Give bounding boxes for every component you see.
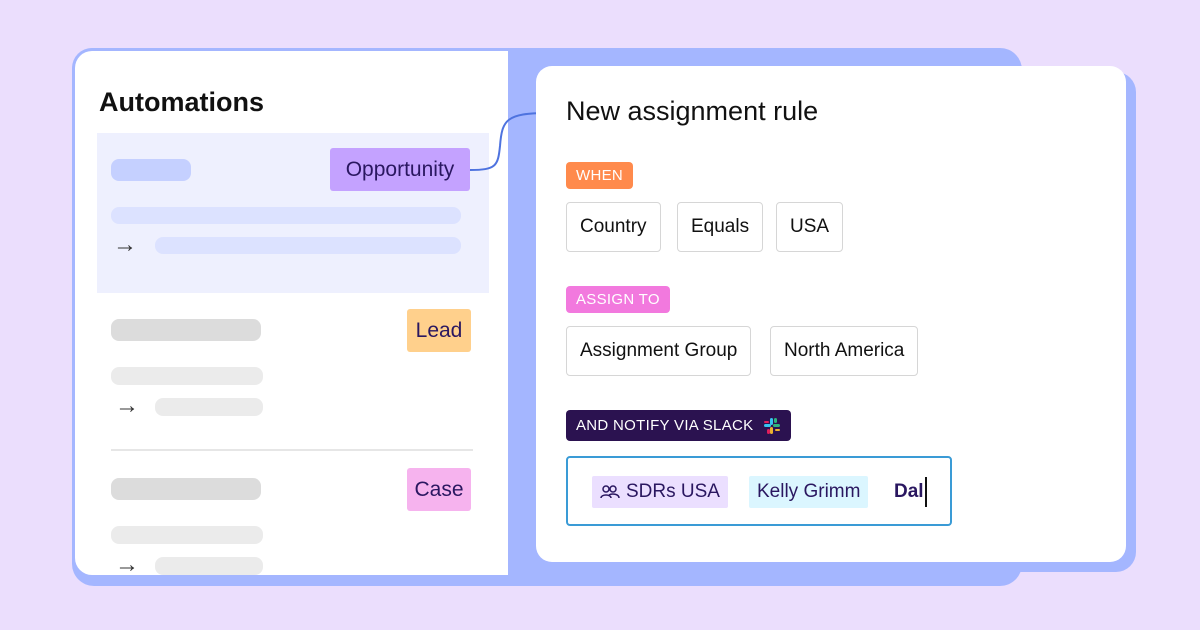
automations-panel: Automations Opportunity → Lead → Case → bbox=[72, 48, 508, 578]
tag-case: Case bbox=[407, 468, 471, 511]
when-label: WHEN bbox=[566, 162, 634, 189]
placeholder-bar bbox=[111, 319, 261, 341]
canvas: Automations Opportunity → Lead → Case → bbox=[0, 0, 1200, 630]
placeholder-bar bbox=[111, 159, 191, 181]
tag-opportunity: Opportunity bbox=[330, 148, 470, 191]
placeholder-bar bbox=[155, 398, 263, 416]
placeholder-bar bbox=[111, 367, 263, 385]
condition-operator-chip[interactable]: Equals bbox=[677, 202, 764, 252]
placeholder-bar bbox=[155, 237, 461, 254]
placeholder-bar bbox=[111, 478, 261, 500]
recipient-pill-label: Kelly Grimm bbox=[757, 481, 861, 502]
typed-query[interactable]: Dal bbox=[894, 476, 927, 508]
arrow-right-icon: → bbox=[113, 231, 137, 258]
tag-lead: Lead bbox=[407, 309, 471, 352]
recipient-pill-label: SDRs USA bbox=[626, 481, 720, 502]
rule-title: New assignment rule bbox=[566, 96, 819, 126]
group-icon bbox=[600, 485, 620, 499]
panel-title: Automations bbox=[99, 87, 264, 117]
recipient-pill-group[interactable]: SDRs USA bbox=[592, 476, 728, 508]
automation-item-opportunity[interactable]: Opportunity → bbox=[97, 133, 489, 293]
assign-to-label: ASSIGN TO bbox=[566, 286, 670, 313]
placeholder-bar bbox=[111, 526, 263, 544]
recipient-pill-user[interactable]: Kelly Grimm bbox=[749, 476, 869, 508]
text-cursor bbox=[924, 477, 927, 507]
assign-target-chip[interactable]: North America bbox=[770, 326, 919, 376]
divider bbox=[111, 449, 473, 451]
typed-text: Dal bbox=[894, 481, 924, 502]
slack-icon bbox=[764, 417, 781, 434]
slack-recipients-input[interactable]: SDRs USA Kelly Grimm Dal bbox=[566, 456, 952, 526]
notify-label-text: AND NOTIFY VIA SLACK bbox=[576, 417, 754, 434]
notify-slack-label: AND NOTIFY VIA SLACK bbox=[566, 410, 792, 441]
placeholder-bar bbox=[111, 207, 461, 224]
condition-field-chip[interactable]: Country bbox=[566, 202, 661, 252]
condition-value-chip[interactable]: USA bbox=[776, 202, 844, 252]
assignment-rule-panel: New assignment rule WHEN Country Equals … bbox=[536, 66, 1126, 562]
assign-type-chip[interactable]: Assignment Group bbox=[566, 326, 752, 376]
placeholder-bar bbox=[155, 557, 263, 575]
arrow-right-icon: → bbox=[115, 551, 139, 578]
arrow-right-icon: → bbox=[115, 392, 139, 419]
